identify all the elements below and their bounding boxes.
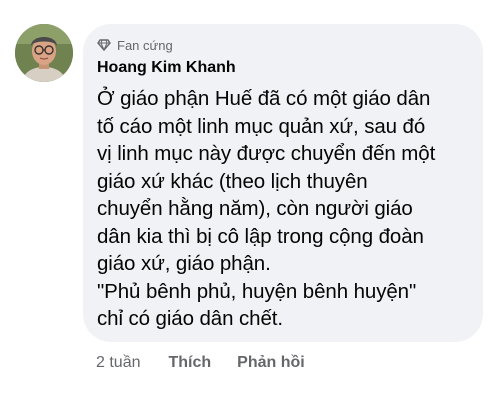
comment-actions: 2 tuần Thích Phản hồi xyxy=(96,354,331,372)
like-button[interactable]: Thích xyxy=(168,354,211,372)
timestamp[interactable]: 2 tuần xyxy=(96,354,140,372)
comment-line: Ở giáo phận Huế đã có một giáo dân xyxy=(97,87,431,110)
comment-line: giáo xứ khác (theo lịch thuyên xyxy=(97,169,368,193)
comment-line: vị linh mục này được chuyển đến một xyxy=(97,142,436,165)
avatar[interactable] xyxy=(15,24,73,82)
profile-photo xyxy=(15,24,73,82)
comment-line: "Phủ bênh phủ, huyện bênh huyện" xyxy=(97,279,417,303)
comment-line: giáo xứ, giáo phận. xyxy=(97,252,271,275)
comment-bubble: Fan cứng Hoang Kim Khanh Ở giáo phận Huế… xyxy=(83,24,483,342)
top-fan-badge[interactable]: Fan cứng xyxy=(97,36,469,54)
comment-line: chuyển hằng năm), còn người giáo xyxy=(97,197,413,220)
author-name[interactable]: Hoang Kim Khanh xyxy=(97,57,469,79)
reply-button[interactable]: Phản hồi xyxy=(237,354,305,372)
badge-label: Fan cứng xyxy=(117,37,173,53)
comment-line: dân kia thì bị cô lập trong cộng đoàn xyxy=(97,224,424,248)
comment-line: chỉ có giáo dân chết. xyxy=(97,307,283,330)
diamond-icon xyxy=(97,39,111,52)
comment: Fan cứng Hoang Kim Khanh Ở giáo phận Huế… xyxy=(0,0,500,404)
comment-text: Ở giáo phận Huế đã có một giáo dân tố cá… xyxy=(97,85,469,333)
comment-line: tố cáo một linh mục quản xứ, sau đó xyxy=(97,114,426,138)
